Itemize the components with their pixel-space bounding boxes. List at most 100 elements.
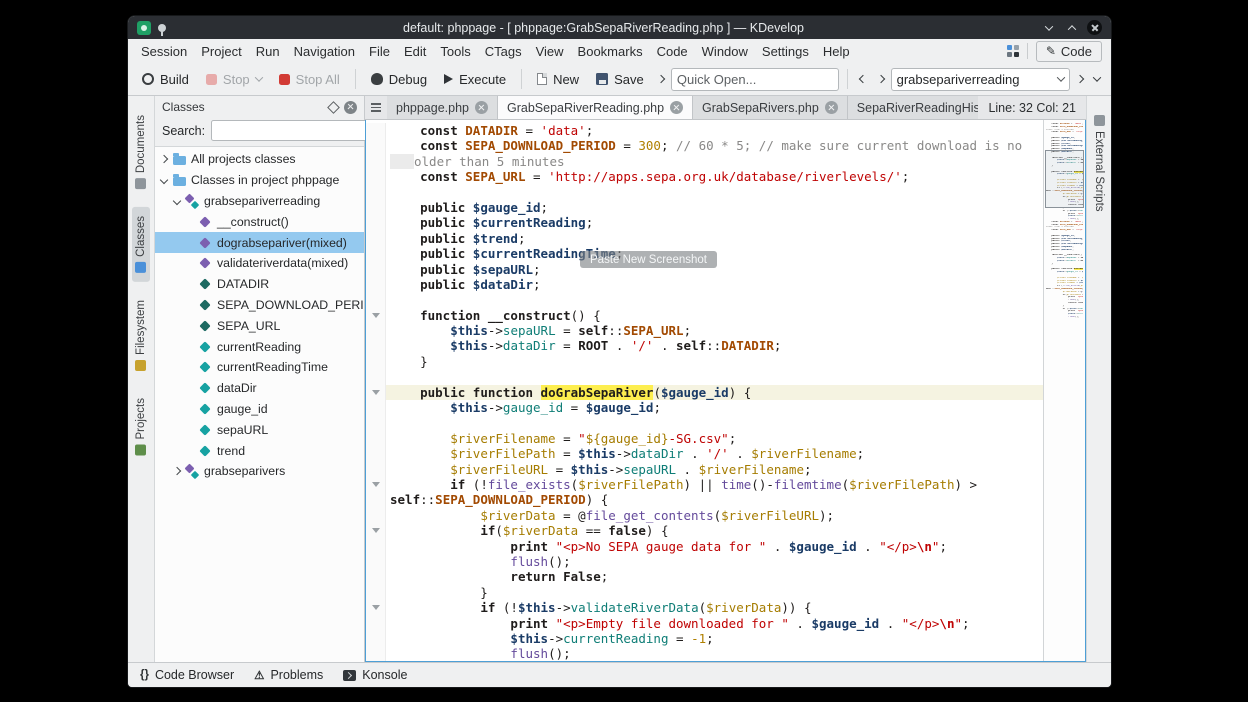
code-line[interactable]: print "<p>No SEPA gauge data for " . $ga… — [366, 539, 1043, 554]
tree-item-datadir[interactable]: dataDir — [155, 378, 364, 399]
tree-item-sepaurl[interactable]: sepaURL — [155, 419, 364, 440]
fold-marker[interactable] — [366, 477, 386, 492]
expander-icon[interactable] — [160, 155, 168, 163]
fold-arrow-icon[interactable] — [372, 482, 380, 487]
tree-item-construct[interactable]: __construct() — [155, 211, 364, 232]
save-expander-button[interactable] — [654, 68, 668, 90]
code-line[interactable]: function __construct() { — [366, 308, 1043, 323]
tab-close-icon[interactable] — [670, 101, 683, 114]
code-line[interactable]: $this->gauge_id = $gauge_id; — [366, 400, 1043, 415]
sidebar-tab-external-scripts[interactable]: External Scripts — [1090, 106, 1108, 221]
code-line[interactable] — [366, 369, 1043, 384]
code-line[interactable]: public $dataDir; — [366, 277, 1043, 292]
sidebar-tab-projects[interactable]: Projects — [132, 389, 150, 465]
fold-marker[interactable] — [366, 600, 386, 615]
tree-item-grabsepariverreading[interactable]: grabsepariverreading — [155, 191, 364, 212]
detach-panel-icon[interactable] — [327, 101, 340, 114]
close-panel-icon[interactable] — [344, 101, 357, 114]
menu-help[interactable]: Help — [816, 41, 857, 62]
tree-item-sepa-download-period[interactable]: SEPA_DOWNLOAD_PERIOD — [155, 295, 364, 316]
tab-grabsepariverreading-php[interactable]: GrabSepaRiverReading.php — [498, 96, 693, 119]
code-line[interactable]: $riverData = @file_get_contents($riverFi… — [366, 508, 1043, 523]
search-next-button[interactable] — [1073, 68, 1087, 90]
code-line[interactable]: $riverFileURL = $this->sepaURL . $riverF… — [366, 462, 1043, 477]
minimap[interactable]: const DATADIR = 'data'; const SEPA_DOWNL… — [1043, 120, 1085, 661]
classes-panel-header[interactable]: Classes — [155, 96, 364, 118]
code-line[interactable]: self::SEPA_DOWNLOAD_PERIOD) { — [366, 492, 1043, 507]
code-editor[interactable]: const DATADIR = 'data'; const SEPA_DOWNL… — [366, 120, 1043, 661]
tree-item-currentreadingtime[interactable]: currentReadingTime — [155, 357, 364, 378]
new-button[interactable]: New — [530, 68, 586, 91]
fold-marker[interactable] — [366, 385, 386, 400]
tree-item-gauge-id[interactable]: gauge_id — [155, 399, 364, 420]
code-line[interactable]: const SEPA_DOWNLOAD_PERIOD = 300; // 60 … — [366, 138, 1043, 153]
pin-icon[interactable] — [158, 24, 166, 32]
tab-separiverreadinghistory-php[interactable]: SepaRiverReadingHistory.php — [848, 96, 979, 119]
code-line[interactable]: public $gauge_id; — [366, 200, 1043, 215]
tree-item-grabseparivers[interactable]: grabseparivers — [155, 461, 364, 482]
code-line[interactable]: older than 5 minutes — [366, 154, 1043, 169]
code-area-button[interactable]: ✎ Code — [1036, 41, 1102, 62]
tree-item-sepa-url[interactable]: SEPA_URL — [155, 315, 364, 336]
menu-session[interactable]: Session — [134, 41, 194, 62]
stop-all-button[interactable]: Stop All — [272, 68, 347, 91]
tab-grabseparivers-php[interactable]: GrabSepaRivers.php — [693, 96, 848, 119]
code-line[interactable]: $riverFilePath = $this->dataDir . '/' . … — [366, 446, 1043, 461]
menu-project[interactable]: Project — [194, 41, 248, 62]
minimize-button[interactable] — [1041, 20, 1057, 36]
tab-phppage-php[interactable]: phppage.php — [387, 96, 498, 119]
code-line[interactable]: $this->currentReading = -1; — [366, 631, 1043, 646]
fold-arrow-icon[interactable] — [372, 605, 380, 610]
quick-open-input[interactable] — [677, 72, 833, 87]
sidebar-tab-classes[interactable]: Classes — [132, 207, 150, 282]
debug-button[interactable]: Debug — [364, 68, 434, 91]
tree-item-currentreading[interactable]: currentReading — [155, 336, 364, 357]
code-line[interactable]: } — [366, 585, 1043, 600]
menu-navigation[interactable]: Navigation — [287, 41, 362, 62]
code-line[interactable]: print "<p>Empty file downloaded for " . … — [366, 616, 1043, 631]
fold-arrow-icon[interactable] — [372, 528, 380, 533]
code-line[interactable]: $this->sepaURL = self::SEPA_URL; — [366, 323, 1043, 338]
minimap-viewport[interactable] — [1045, 150, 1084, 208]
code-line[interactable]: public $currentReading; — [366, 215, 1043, 230]
menu-code[interactable]: Code — [650, 41, 695, 62]
menu-window[interactable]: Window — [695, 41, 755, 62]
build-button[interactable]: Build — [135, 68, 196, 91]
code-line[interactable] — [366, 292, 1043, 307]
tree-item-dograbsepariver-mixed[interactable]: dograbsepariver(mixed) — [155, 232, 364, 253]
expander-icon[interactable] — [173, 467, 181, 475]
menu-view[interactable]: View — [529, 41, 571, 62]
fold-arrow-icon[interactable] — [372, 390, 380, 395]
tree-item-classes-in-project-phppage[interactable]: Classes in project phppage — [155, 170, 364, 191]
menu-run[interactable]: Run — [249, 41, 287, 62]
tree-item-all-projects-classes[interactable]: All projects classes — [155, 149, 364, 170]
statusbar-konsole[interactable]: Konsole — [343, 668, 407, 682]
working-set-grid-icon[interactable] — [1007, 45, 1019, 57]
toolbar-overflow-button[interactable] — [1090, 68, 1104, 90]
code-line[interactable]: return False; — [366, 569, 1043, 584]
menu-tools[interactable]: Tools — [433, 41, 477, 62]
statusbar-code-browser[interactable]: {}Code Browser — [140, 668, 234, 682]
code-line[interactable]: } — [366, 354, 1043, 369]
code-line[interactable]: $riverFilename = "${gauge_id}-SG.csv"; — [366, 431, 1043, 446]
fold-arrow-icon[interactable] — [372, 313, 380, 318]
menu-edit[interactable]: Edit — [397, 41, 433, 62]
code-line[interactable] — [366, 415, 1043, 430]
menu-bookmarks[interactable]: Bookmarks — [571, 41, 650, 62]
code-line[interactable]: if($riverData == false) { — [366, 523, 1043, 538]
expander-icon[interactable] — [160, 176, 168, 184]
quick-open-combo[interactable] — [671, 68, 839, 91]
code-line[interactable]: if (!$this->validateRiverData($riverData… — [366, 600, 1043, 615]
maximize-button[interactable] — [1064, 20, 1080, 36]
code-line[interactable]: if (!file_exists($riverFilePath) || time… — [366, 477, 1043, 492]
save-button[interactable]: Save — [589, 68, 651, 91]
sidebar-tab-documents[interactable]: Documents — [132, 106, 150, 198]
tab-close-icon[interactable] — [825, 101, 838, 114]
fold-marker[interactable] — [366, 523, 386, 538]
code-line[interactable]: public function doGrabSepaRiver($gauge_i… — [366, 385, 1043, 400]
tab-list-icon[interactable] — [365, 96, 387, 119]
sidebar-tab-filesystem[interactable]: Filesystem — [132, 291, 150, 380]
statusbar-problems[interactable]: ⚠Problems — [254, 668, 323, 682]
code-line[interactable]: $this->dataDir = ROOT . '/' . self::DATA… — [366, 338, 1043, 353]
history-forward-button[interactable] — [873, 68, 887, 90]
